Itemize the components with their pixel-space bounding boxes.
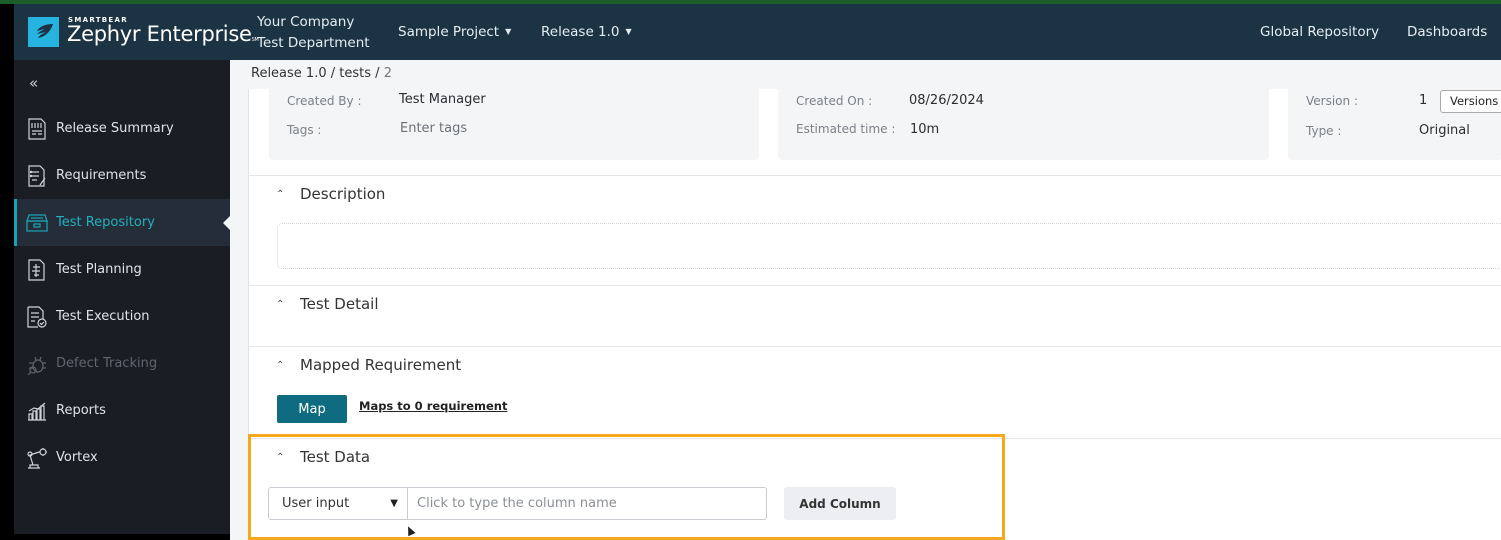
maps-to-requirement-link[interactable]: Maps to 0 requirement [359,399,507,413]
map-button[interactable]: Map [277,395,347,423]
chevron-up-icon: ⌃ [276,359,285,371]
zephyr-logo-icon[interactable] [28,17,59,47]
test-data-header[interactable]: ⌃ Test Data [276,448,370,466]
created-on-label: Created On : [796,94,873,108]
versions-button[interactable]: Versions [1440,90,1501,113]
tags-label: Tags : [287,123,322,137]
company-name: Your Company [257,14,355,30]
chevron-up-icon: ⌃ [276,451,285,463]
active-pointer [223,216,230,230]
created-by-label: Created By : [287,94,362,108]
mapped-requirement-header[interactable]: ⌃ Mapped Requirement [276,356,461,374]
test-detail-section: ⌃ Test Detail [249,285,1501,346]
section-title: Mapped Requirement [300,356,462,374]
app-header: SMARTBEAR Zephyr EnterpriseSM Your Compa… [14,4,1501,60]
execution-checklist-icon [25,305,49,329]
version-label: Version : [1306,94,1358,108]
sidebar-item-defect-tracking[interactable]: Defect Tracking [14,340,230,387]
company-info: Your Company Test Department [257,12,370,54]
sidebar: « Release Summary Requirements Test Repo… [14,60,230,534]
section-title: Test Data [300,448,371,466]
select-value: User input [282,496,350,511]
breadcrumb-release[interactable]: Release 1.0 [251,66,327,81]
sidebar-item-label: Test Planning [56,262,142,277]
section-title: Test Detail [300,295,379,313]
column-name-input[interactable] [408,487,767,520]
requirements-icon [25,164,49,188]
global-repository-link[interactable]: Global Repository [1260,24,1379,40]
sidebar-item-label: Test Execution [56,309,150,324]
version-value: 1 [1419,93,1428,108]
release-dropdown[interactable]: Release 1.0 ▼ [541,24,632,40]
info-card-dates: Created On : 08/26/2024 Estimated time :… [778,89,1269,160]
caret-down-icon: ▼ [505,27,512,36]
sidebar-item-label: Test Repository [56,215,155,230]
info-card-version: Version : 1 Versions Type : Original [1288,89,1501,160]
sidebar-item-reports[interactable]: Reports [14,387,230,434]
info-card-created: Created By : Test Manager Tags : Enter t… [269,89,759,160]
sidebar-item-test-repository[interactable]: Test Repository [14,199,230,246]
bar-chart-icon [25,399,49,423]
sidebar-item-release-summary[interactable]: Release Summary [14,105,230,152]
test-data-section: ⌃ Test Data User input ▼ Add Column [249,438,1501,540]
sidebar-item-label: Requirements [56,168,147,183]
sidebar-item-label: Release Summary [56,121,174,136]
caret-down-icon: ▼ [390,498,398,509]
test-detail-panel: Created By : Test Manager Tags : Enter t… [248,89,1501,540]
description-header[interactable]: ⌃ Description [276,185,385,203]
report-document-icon [25,117,49,141]
archive-box-icon [25,211,49,235]
tags-input[interactable]: Enter tags [400,121,467,136]
sidebar-item-vortex[interactable]: Vortex [14,434,230,481]
breadcrumb: Release 1.0 / tests / 2 [251,66,392,81]
mapped-requirement-section: ⌃ Mapped Requirement Map Maps to 0 requi… [249,346,1501,438]
description-section: ⌃ Description [249,175,1501,285]
caret-down-icon: ▼ [625,27,632,36]
chevron-up-icon: ⌃ [276,188,285,200]
release-label: Release 1.0 [541,24,620,40]
breadcrumb-separator: / [330,66,336,81]
brand-main: Zephyr Enterprise [67,22,252,46]
sidebar-item-label: Defect Tracking [56,356,158,371]
test-detail-header[interactable]: ⌃ Test Detail [276,295,379,313]
breadcrumb-current: 2 [383,66,392,81]
main-content: Release 1.0 / tests / 2 Created By : Tes… [230,60,1501,540]
type-value: Original [1419,123,1470,138]
estimated-time-label: Estimated time : [796,122,896,136]
breadcrumb-tests[interactable]: tests [339,66,371,81]
sidebar-item-test-execution[interactable]: Test Execution [14,293,230,340]
created-by-value: Test Manager [399,92,486,107]
description-editor[interactable] [277,223,1501,269]
add-column-button[interactable]: Add Column [784,487,896,520]
estimated-time-value[interactable]: 10m [910,122,939,137]
sidebar-item-label: Reports [56,403,106,418]
bug-icon [25,352,49,376]
type-label: Type : [1306,124,1342,138]
project-label: Sample Project [398,24,500,40]
dashboards-link[interactable]: Dashboards [1407,24,1487,40]
sidebar-item-label: Vortex [56,450,98,465]
breadcrumb-separator: / [375,66,380,81]
collapse-sidebar-icon[interactable]: « [29,74,38,92]
brand-name: Zephyr EnterpriseSM [67,22,259,46]
project-dropdown[interactable]: Sample Project ▼ [398,24,511,40]
sidebar-item-requirements[interactable]: Requirements [14,152,230,199]
section-title: Description [300,185,386,203]
chevron-up-icon: ⌃ [276,298,285,310]
robot-arm-icon [25,446,49,470]
department-name: Test Department [257,35,370,51]
sidebar-item-test-planning[interactable]: Test Planning [14,246,230,293]
created-on-value: 08/26/2024 [909,93,984,108]
planning-document-icon [25,258,49,282]
column-type-select[interactable]: User input ▼ [268,487,408,520]
